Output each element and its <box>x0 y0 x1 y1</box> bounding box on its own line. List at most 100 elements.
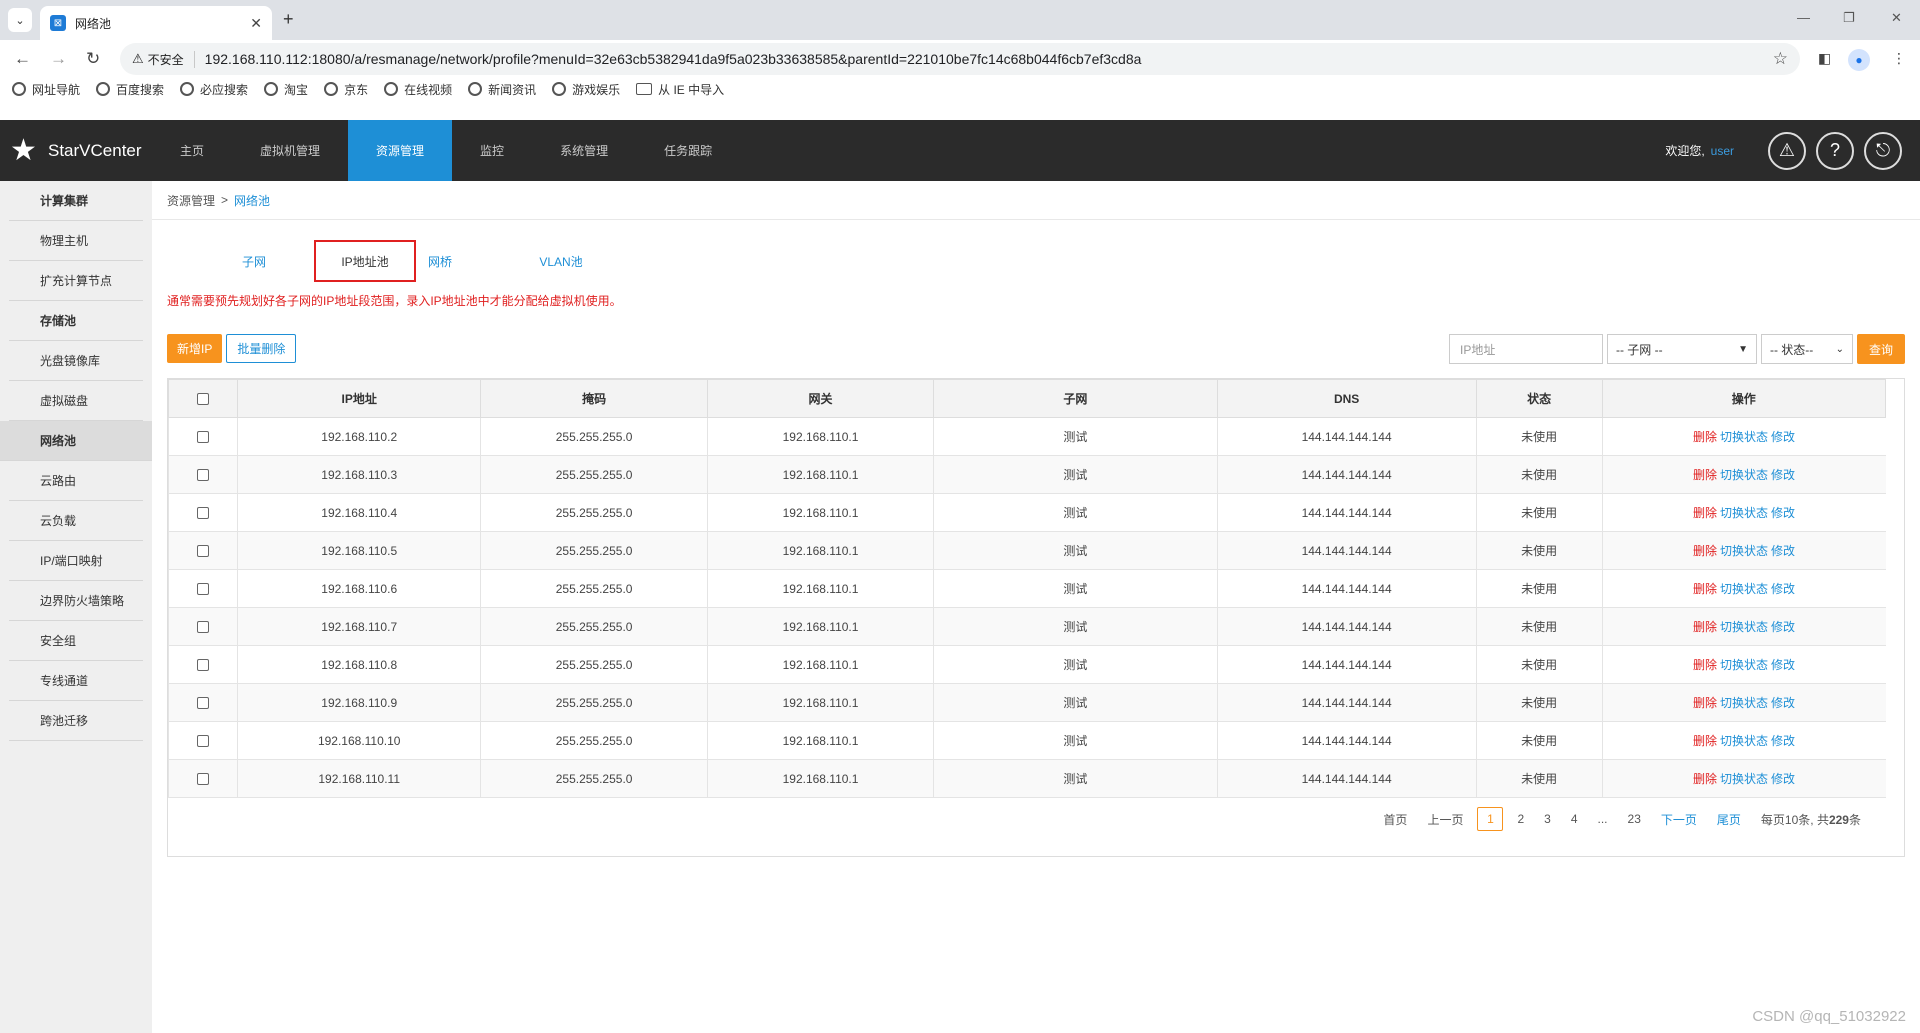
first-page-link[interactable]: 首页 <box>1383 811 1407 828</box>
bookmark-item[interactable]: 淘宝 <box>264 81 308 98</box>
nav-item[interactable]: 资源管理 <box>348 120 453 181</box>
bookmark-item[interactable]: 在线视频 <box>384 81 452 98</box>
row-checkbox[interactable] <box>197 507 209 520</box>
alert-icon[interactable]: ⚠ <box>1768 131 1806 170</box>
bookmark-item[interactable]: 新闻资讯 <box>468 81 536 98</box>
row-checkbox[interactable] <box>197 735 209 748</box>
toggle-status-link[interactable]: 切换状态 <box>1720 544 1768 558</box>
nav-item[interactable]: 主页 <box>152 120 232 181</box>
page-number[interactable]: 23 <box>1628 812 1641 826</box>
page-number[interactable]: 4 <box>1571 812 1578 826</box>
menu-kebab-icon[interactable]: ⋮ <box>1892 50 1906 67</box>
edit-link[interactable]: 修改 <box>1771 696 1795 710</box>
toggle-status-link[interactable]: 切换状态 <box>1720 582 1768 596</box>
page-number[interactable]: 3 <box>1544 812 1551 826</box>
toggle-status-link[interactable]: 切换状态 <box>1720 430 1768 444</box>
app-logo[interactable]: ★ StarVCenter <box>0 120 152 181</box>
row-checkbox[interactable] <box>197 583 209 596</box>
edit-link[interactable]: 修改 <box>1771 468 1795 482</box>
toggle-status-link[interactable]: 切换状态 <box>1720 620 1768 634</box>
delete-link[interactable]: 删除 <box>1693 468 1717 482</box>
sidebar-item[interactable]: 网络池 <box>0 421 152 461</box>
breadcrumb-root[interactable]: 资源管理 <box>167 192 215 209</box>
edit-link[interactable]: 修改 <box>1771 506 1795 520</box>
edit-link[interactable]: 修改 <box>1771 772 1795 786</box>
nav-item[interactable]: 监控 <box>452 120 532 181</box>
browser-tab[interactable]: ⊠ 网络池 ✕ <box>40 6 272 40</box>
row-checkbox[interactable] <box>197 773 209 786</box>
sidebar-item[interactable]: 计算集群 <box>9 181 143 221</box>
page-number[interactable]: 2 <box>1517 812 1524 826</box>
logout-icon[interactable]: ⎋ <box>1864 131 1902 170</box>
bookmark-item[interactable]: 必应搜索 <box>180 81 248 98</box>
sidebar-item[interactable]: 光盘镜像库 <box>9 341 143 381</box>
row-checkbox[interactable] <box>197 621 209 634</box>
tab-search-button[interactable]: ⌄ <box>8 8 32 32</box>
row-checkbox[interactable] <box>197 545 209 558</box>
edit-link[interactable]: 修改 <box>1771 544 1795 558</box>
bookmark-item[interactable]: 从 IE 中导入 <box>636 81 724 98</box>
search-button[interactable]: 查询 <box>1856 334 1905 364</box>
ip-search-input[interactable]: IP地址 <box>1448 334 1603 364</box>
sidebar-item[interactable]: 物理主机 <box>9 221 143 261</box>
sidebar-item[interactable]: 边界防火墙策略 <box>9 581 143 621</box>
tab-1[interactable]: 子网 <box>208 240 300 282</box>
restore-icon[interactable]: ❐ <box>1843 10 1855 26</box>
help-icon[interactable]: ? <box>1816 131 1854 170</box>
bookmark-item[interactable]: 京东 <box>324 81 368 98</box>
tab-2[interactable]: IP地址池 <box>314 240 416 282</box>
security-indicator[interactable]: ⚠ 不安全 <box>132 50 195 68</box>
delete-link[interactable]: 删除 <box>1693 734 1717 748</box>
nav-item[interactable]: 任务跟踪 <box>636 120 740 181</box>
bookmark-item[interactable]: 百度搜索 <box>96 81 164 98</box>
sidebar-item[interactable]: 安全组 <box>9 621 143 661</box>
row-checkbox[interactable] <box>197 659 209 672</box>
edit-link[interactable]: 修改 <box>1771 734 1795 748</box>
sidebar-item[interactable]: 跨池迁移 <box>9 701 143 741</box>
side-panel-icon[interactable]: ◧ <box>1818 50 1831 67</box>
username-link[interactable]: user <box>1711 144 1734 158</box>
new-tab-button[interactable]: + <box>283 9 294 30</box>
delete-link[interactable]: 删除 <box>1693 696 1717 710</box>
delete-link[interactable]: 删除 <box>1693 620 1717 634</box>
edit-link[interactable]: 修改 <box>1771 582 1795 596</box>
row-checkbox[interactable] <box>197 469 209 482</box>
next-page-link[interactable]: 下一页 <box>1661 811 1697 828</box>
address-bar[interactable]: ⚠ 不安全 192.168.110.112:18080/a/resmanage/… <box>120 43 1800 75</box>
delete-link[interactable]: 删除 <box>1693 772 1717 786</box>
sidebar-item[interactable]: 云负载 <box>9 501 143 541</box>
toggle-status-link[interactable]: 切换状态 <box>1720 468 1768 482</box>
url-text[interactable]: 192.168.110.112:18080/a/resmanage/networ… <box>205 51 1773 67</box>
toggle-status-link[interactable]: 切换状态 <box>1720 658 1768 672</box>
last-page-link[interactable]: 尾页 <box>1717 811 1741 828</box>
back-icon[interactable]: ← <box>14 49 31 69</box>
delete-link[interactable]: 删除 <box>1693 430 1717 444</box>
sidebar-item[interactable]: 云路由 <box>9 461 143 501</box>
toggle-status-link[interactable]: 切换状态 <box>1720 734 1768 748</box>
tab-4[interactable]: VLAN池 <box>504 240 618 282</box>
prev-page-link[interactable]: 上一页 <box>1427 811 1463 828</box>
delete-link[interactable]: 删除 <box>1693 582 1717 596</box>
sidebar-item[interactable]: IP/端口映射 <box>9 541 143 581</box>
toggle-status-link[interactable]: 切换状态 <box>1720 696 1768 710</box>
edit-link[interactable]: 修改 <box>1771 658 1795 672</box>
reload-icon[interactable]: ↻ <box>86 49 100 69</box>
select-all-checkbox[interactable] <box>197 393 209 406</box>
delete-link[interactable]: 删除 <box>1693 658 1717 672</box>
row-checkbox[interactable] <box>197 431 209 444</box>
delete-link[interactable]: 删除 <box>1693 506 1717 520</box>
window-close-icon[interactable]: ✕ <box>1891 10 1902 26</box>
bookmark-star-icon[interactable]: ☆ <box>1773 49 1788 69</box>
bookmark-item[interactable]: 网址导航 <box>12 81 80 98</box>
subnet-select[interactable]: -- 子网 -- ▼ <box>1606 334 1757 364</box>
tab-3[interactable]: 网桥 <box>416 240 464 282</box>
sidebar-item[interactable]: 专线通道 <box>9 661 143 701</box>
toggle-status-link[interactable]: 切换状态 <box>1720 506 1768 520</box>
edit-link[interactable]: 修改 <box>1771 620 1795 634</box>
bookmark-item[interactable]: 游戏娱乐 <box>552 81 620 98</box>
nav-item[interactable]: 虚拟机管理 <box>232 120 348 181</box>
add-ip-button[interactable]: 新增IP <box>167 334 223 363</box>
sidebar-item[interactable]: 虚拟磁盘 <box>9 381 143 421</box>
tab-close-icon[interactable]: ✕ <box>250 15 262 32</box>
forward-icon[interactable]: → <box>50 49 67 69</box>
